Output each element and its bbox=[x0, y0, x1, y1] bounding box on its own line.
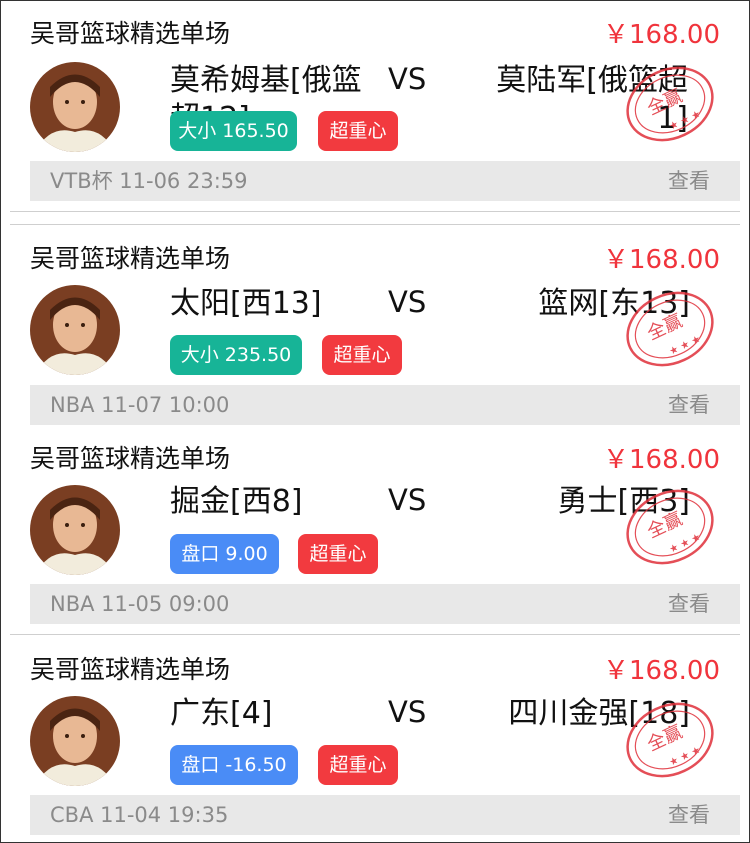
confidence-badge: 超重心 bbox=[318, 111, 398, 151]
view-link[interactable]: 查看 bbox=[668, 795, 710, 835]
confidence-badge: 超重心 bbox=[298, 534, 378, 574]
win-stamp-icon: 全赢 ★ ★ ★ bbox=[626, 291, 714, 367]
vs-label: VS bbox=[388, 483, 427, 517]
price-label: ￥168.00 bbox=[603, 656, 720, 686]
card-footer: NBA 11-05 09:00 查看 bbox=[30, 584, 740, 624]
svg-text:★ ★ ★: ★ ★ ★ bbox=[668, 109, 703, 133]
view-link[interactable]: 查看 bbox=[668, 584, 710, 624]
avatar[interactable] bbox=[30, 485, 120, 575]
stamp-text: 全赢 bbox=[644, 720, 686, 755]
vs-label: VS bbox=[388, 62, 427, 96]
confidence-badge: 超重心 bbox=[322, 335, 402, 375]
avatar[interactable] bbox=[30, 62, 120, 152]
win-stamp-icon: 全赢 ★ ★ ★ bbox=[626, 66, 714, 142]
league-time: VTB杯 11-06 23:59 bbox=[50, 169, 248, 193]
stamp-text: 全赢 bbox=[644, 84, 686, 119]
tip-card[interactable]: 吴哥篮球精选单场 ￥168.00 掘金[西8] VS 勇士[西3] 盘口 9.0… bbox=[0, 425, 750, 625]
divider bbox=[10, 634, 740, 635]
vs-label: VS bbox=[388, 695, 427, 729]
view-link[interactable]: 查看 bbox=[668, 161, 710, 201]
vs-label: VS bbox=[388, 285, 427, 319]
svg-text:★ ★ ★: ★ ★ ★ bbox=[668, 334, 703, 358]
svg-text:★ ★ ★: ★ ★ ★ bbox=[668, 745, 703, 769]
card-footer: VTB杯 11-06 23:59 查看 bbox=[30, 161, 740, 201]
avatar[interactable] bbox=[30, 696, 120, 786]
card-footer: CBA 11-04 19:35 查看 bbox=[30, 795, 740, 835]
card-title: 吴哥篮球精选单场 bbox=[30, 655, 231, 684]
home-team: 掘金[西8] bbox=[170, 484, 303, 519]
tip-card[interactable]: 吴哥篮球精选单场 ￥168.00 莫希姆基[俄篮超12] VS 莫陆军[俄篮超1… bbox=[0, 0, 750, 205]
odds-tag: 盘口 -16.50 bbox=[170, 745, 298, 785]
league-time: NBA 11-07 10:00 bbox=[50, 393, 230, 417]
avatar[interactable] bbox=[30, 285, 120, 375]
league-time: CBA 11-04 19:35 bbox=[50, 803, 229, 827]
price-label: ￥168.00 bbox=[603, 245, 720, 275]
view-link[interactable]: 查看 bbox=[668, 385, 710, 425]
price-label: ￥168.00 bbox=[603, 20, 720, 50]
stamp-text: 全赢 bbox=[644, 309, 686, 344]
stamp-text: 全赢 bbox=[644, 507, 686, 542]
price-label: ￥168.00 bbox=[603, 445, 720, 475]
league-time: NBA 11-05 09:00 bbox=[50, 592, 230, 616]
svg-text:★ ★ ★: ★ ★ ★ bbox=[668, 532, 703, 556]
win-stamp-icon: 全赢 ★ ★ ★ bbox=[626, 489, 714, 565]
card-title: 吴哥篮球精选单场 bbox=[30, 444, 231, 473]
odds-tag: 盘口 9.00 bbox=[170, 534, 279, 574]
odds-tag: 大小 165.50 bbox=[170, 111, 297, 151]
confidence-badge: 超重心 bbox=[318, 745, 398, 785]
card-footer: NBA 11-07 10:00 查看 bbox=[30, 385, 740, 425]
divider bbox=[10, 211, 740, 212]
home-team: 广东[4] bbox=[170, 696, 273, 731]
card-title: 吴哥篮球精选单场 bbox=[30, 244, 231, 273]
win-stamp-icon: 全赢 ★ ★ ★ bbox=[626, 702, 714, 778]
home-team: 太阳[西13] bbox=[170, 286, 322, 321]
tip-card[interactable]: 吴哥篮球精选单场 ￥168.00 太阳[西13] VS 篮网[东13] 大小 2… bbox=[0, 225, 750, 425]
odds-tag: 大小 235.50 bbox=[170, 335, 302, 375]
card-title: 吴哥篮球精选单场 bbox=[30, 19, 231, 48]
tip-card[interactable]: 吴哥篮球精选单场 ￥168.00 广东[4] VS 四川金强[18] 盘口 -1… bbox=[0, 636, 750, 843]
